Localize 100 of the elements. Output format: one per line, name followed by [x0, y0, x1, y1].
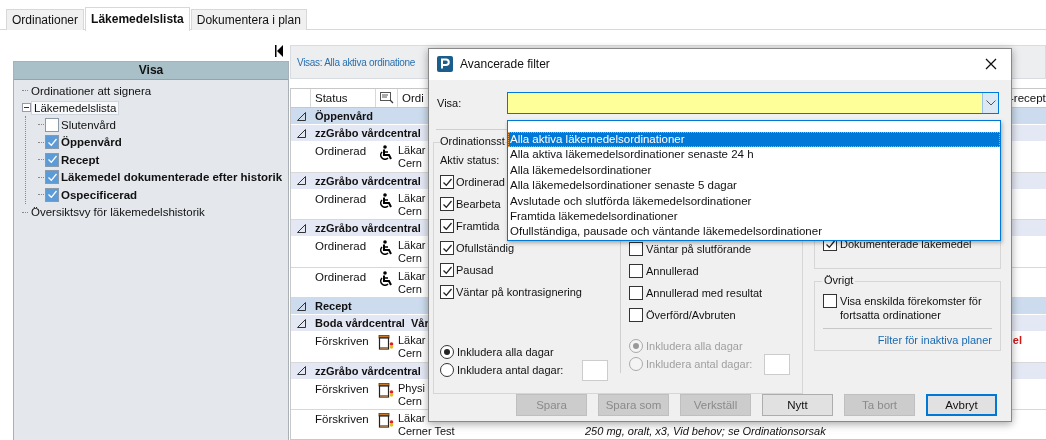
- checkbox[interactable]: [629, 264, 643, 278]
- checkbox-label: Dokumenterade läkemedel: [840, 238, 972, 250]
- checkbox[interactable]: [440, 241, 454, 255]
- status-cell-text: Ordinerad: [314, 191, 368, 207]
- checkbox[interactable]: [440, 263, 454, 277]
- table-cell: Physi: [398, 381, 425, 394]
- table-cell: Cern: [398, 204, 422, 217]
- checkbox[interactable]: [440, 285, 454, 299]
- panel-header: Visa: [14, 62, 288, 80]
- checkbox[interactable]: [823, 294, 837, 308]
- medicine-bottle-icon: [378, 413, 394, 428]
- group-label: Recept: [314, 300, 352, 312]
- close-icon: [985, 58, 997, 71]
- medicine-bottle-icon: [378, 335, 394, 350]
- table-cell: Cern: [398, 347, 422, 359]
- table-cell: Läkar: [398, 334, 426, 346]
- group-label: zzGråbo vårdcentral: [314, 222, 421, 234]
- dialog-title: Avancerade filter: [460, 57, 550, 72]
- radio-label: Inkludera antal dagar:: [646, 358, 753, 370]
- column-header[interactable]: Status: [311, 89, 376, 107]
- collapse-icon: [296, 366, 306, 375]
- radio-label: Inkludera antal dagar:: [457, 364, 564, 376]
- dropdown-option[interactable]: Alla aktiva läkemedelsordinationer senaste 24 h: [508, 147, 1000, 163]
- tree-item[interactable]: Läkemedel dokumenterade efter historik: [59, 171, 285, 184]
- collapse-icon: [296, 223, 306, 233]
- tree-item[interactable]: Ospecificerad: [59, 188, 140, 201]
- checkbox-label: Väntar på kontrasignering: [456, 286, 582, 298]
- comment-icon: [380, 92, 394, 104]
- dropdown-option[interactable]: Alla läkemedelsordinationer senaste 5 dagar: [508, 178, 1000, 194]
- table-cell: Cerner Test: [398, 425, 455, 437]
- link[interactable]: Filter för inaktiva planer: [877, 334, 992, 346]
- radio-button[interactable]: [440, 345, 454, 359]
- group-label: zzGråbo vårdcentral: [314, 364, 421, 377]
- checkbox-label: Annullerad: [646, 265, 699, 277]
- table-cell: Läkar: [398, 239, 426, 251]
- filter-summary: Visas: Alla aktiva ordinatione: [297, 56, 416, 68]
- checkbox-label: Överförd/Avbruten: [646, 309, 736, 321]
- tree-item[interactable]: Recept: [59, 153, 102, 166]
- status-cell-text: Förskriven: [314, 334, 370, 349]
- table-cell: Cern: [398, 394, 422, 407]
- medicine-bottle-icon: [378, 382, 394, 398]
- checkbox[interactable]: [629, 286, 643, 300]
- checkbox[interactable]: [440, 175, 454, 189]
- tab[interactable]: Ordinationer: [6, 9, 85, 30]
- status-cell-text: Förskriven: [314, 412, 370, 427]
- checkbox-label: Ordinerad: [456, 176, 505, 188]
- filter-dropdown[interactable]: [507, 92, 999, 115]
- wheelchair-icon: [378, 145, 393, 160]
- checkbox[interactable]: [629, 308, 643, 322]
- field-label: Visa:: [437, 97, 463, 110]
- dropdown-option[interactable]: Avslutade och slutförda läkemedelsordinationer: [508, 193, 1000, 209]
- status-cell-text: Ordinerad: [314, 239, 368, 254]
- tab[interactable]: Läkemedelslista: [85, 7, 190, 31]
- wheelchair-icon: [378, 240, 393, 255]
- dropdown-option[interactable]: Alla läkemedelsordinationer: [508, 162, 1000, 179]
- dialog-button[interactable]: Nytt: [762, 394, 833, 416]
- status-cell-text: Förskriven: [314, 381, 370, 397]
- tree-item[interactable]: Översiktsvy för läkemedelshistorik: [29, 206, 207, 218]
- day-count-field[interactable]: [764, 353, 790, 375]
- checkbox[interactable]: [440, 197, 454, 211]
- logo-icon: [437, 56, 453, 73]
- checkbox[interactable]: [440, 219, 454, 233]
- checkbox-label: Bearbeta: [456, 198, 501, 210]
- table-cell: Cern: [398, 157, 422, 169]
- checkbox-label: Visa enskilda förekomster för fortsatta ordinationer: [840, 294, 983, 322]
- group-label: Öppenvård: [314, 110, 374, 122]
- tree-item[interactable]: Läkemedelslista: [32, 101, 119, 114]
- checkbox[interactable]: [45, 170, 59, 185]
- status-cell-text: Ordinerad: [314, 269, 368, 285]
- checkbox[interactable]: [45, 152, 59, 167]
- checkbox[interactable]: [45, 187, 59, 202]
- collapse-icon[interactable]: [22, 103, 31, 112]
- group-label: zzGråbo vårdcentral: [314, 127, 421, 139]
- radio-label: Inkludera alla dagar: [457, 346, 554, 358]
- tree-item[interactable]: Öppenvård: [59, 136, 124, 149]
- checkbox[interactable]: [629, 242, 643, 256]
- table-cell: Läkar: [398, 269, 426, 282]
- day-count-field[interactable]: [582, 359, 608, 381]
- dropdown-option[interactable]: Ofullständiga, pausade och väntande läkemedelsordinationer: [508, 224, 1000, 240]
- group-label: Boda vårdcentral Vår: [314, 317, 429, 329]
- radio-button[interactable]: [440, 363, 454, 377]
- dialog-button[interactable]: Avbryt: [926, 394, 997, 416]
- dropdown-option[interactable]: Alla aktiva läkemedelsordinationer: [508, 132, 1000, 148]
- tree-item[interactable]: Ordinationer att signera: [29, 84, 154, 97]
- table-cell: Läkar: [398, 412, 426, 424]
- checkbox-label: Pausad: [456, 264, 494, 276]
- dropdown-option[interactable]: Framtida läkemedelsordinationer: [508, 208, 1000, 225]
- tree-item[interactable]: Slutenvård: [59, 118, 118, 131]
- checkbox[interactable]: [45, 135, 59, 150]
- group-label: zzGråbo vårdcentral: [314, 174, 421, 187]
- group-title: Ordinationsst: [440, 135, 505, 147]
- table-cell: Läkar: [398, 144, 426, 156]
- checkbox[interactable]: [45, 117, 59, 132]
- wheelchair-icon: [378, 192, 393, 208]
- checkbox-label: Framtida: [456, 220, 500, 232]
- collapse-icon: [296, 176, 306, 185]
- tab[interactable]: Dokumentera i plan: [190, 9, 307, 30]
- field-label: Aktiv status:: [440, 154, 500, 166]
- table-cell: Cern: [398, 252, 422, 264]
- group-title: Övrigt: [822, 274, 856, 286]
